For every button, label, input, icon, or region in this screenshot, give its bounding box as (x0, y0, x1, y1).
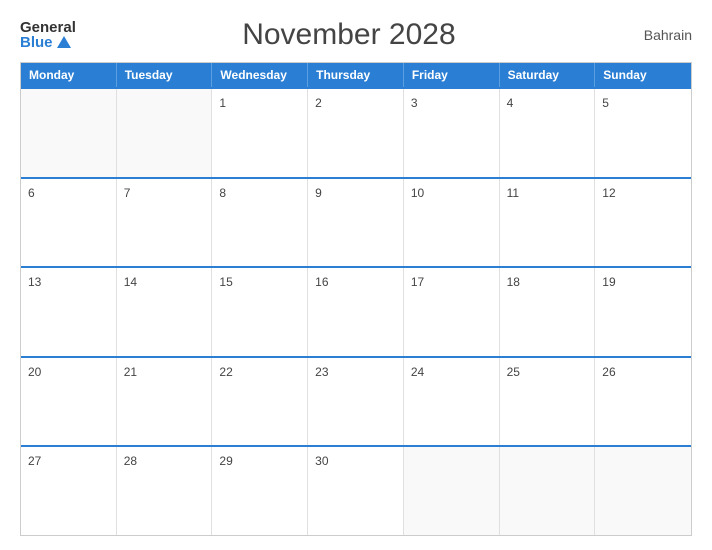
calendar-cell: 21 (117, 358, 213, 446)
header-tuesday: Tuesday (117, 63, 213, 87)
day-number: 19 (602, 275, 615, 289)
calendar-cell: 7 (117, 179, 213, 267)
calendar-cell: 22 (212, 358, 308, 446)
day-number: 10 (411, 186, 424, 200)
day-number: 26 (602, 365, 615, 379)
day-number: 29 (219, 454, 232, 468)
day-number: 7 (124, 186, 131, 200)
calendar-cell: 23 (308, 358, 404, 446)
day-number: 17 (411, 275, 424, 289)
calendar-cell: 13 (21, 268, 117, 356)
day-number: 13 (28, 275, 41, 289)
calendar-cell (595, 447, 691, 535)
day-number: 5 (602, 96, 609, 110)
logo: General Blue (20, 20, 76, 50)
header-sunday: Sunday (595, 63, 691, 87)
logo-blue-text: Blue (20, 35, 71, 50)
header: General Blue November 2028 Bahrain (20, 18, 692, 52)
day-number: 23 (315, 365, 328, 379)
calendar-cell: 5 (595, 89, 691, 177)
logo-general-text: General (20, 20, 76, 35)
calendar-cell: 29 (212, 447, 308, 535)
day-number: 27 (28, 454, 41, 468)
day-number: 14 (124, 275, 137, 289)
calendar-cell: 16 (308, 268, 404, 356)
day-number: 16 (315, 275, 328, 289)
calendar-cell: 24 (404, 358, 500, 446)
calendar-cell: 8 (212, 179, 308, 267)
calendar-cell (500, 447, 596, 535)
day-number: 20 (28, 365, 41, 379)
calendar-cell: 18 (500, 268, 596, 356)
calendar-cell: 9 (308, 179, 404, 267)
day-number: 15 (219, 275, 232, 289)
day-number: 22 (219, 365, 232, 379)
calendar-cell: 2 (308, 89, 404, 177)
logo-triangle-icon (57, 36, 71, 48)
day-number: 30 (315, 454, 328, 468)
header-thursday: Thursday (308, 63, 404, 87)
calendar-cell: 17 (404, 268, 500, 356)
day-number: 24 (411, 365, 424, 379)
calendar-cell: 20 (21, 358, 117, 446)
calendar-cell: 27 (21, 447, 117, 535)
day-number: 9 (315, 186, 322, 200)
header-friday: Friday (404, 63, 500, 87)
calendar-cell (404, 447, 500, 535)
week-row-2: 6 7 8 9 10 11 12 (21, 177, 691, 267)
day-number: 25 (507, 365, 520, 379)
day-number: 18 (507, 275, 520, 289)
calendar-title: November 2028 (76, 18, 622, 52)
calendar-cell: 15 (212, 268, 308, 356)
day-number: 21 (124, 365, 137, 379)
header-monday: Monday (21, 63, 117, 87)
day-number: 28 (124, 454, 137, 468)
week-row-3: 13 14 15 16 17 18 19 (21, 266, 691, 356)
calendar-cell: 25 (500, 358, 596, 446)
calendar-cell: 28 (117, 447, 213, 535)
day-number: 6 (28, 186, 35, 200)
calendar-cell: 19 (595, 268, 691, 356)
day-number: 3 (411, 96, 418, 110)
calendar-cell: 26 (595, 358, 691, 446)
day-number: 8 (219, 186, 226, 200)
calendar-cell (21, 89, 117, 177)
calendar-cell: 3 (404, 89, 500, 177)
header-saturday: Saturday (500, 63, 596, 87)
calendar-cell: 14 (117, 268, 213, 356)
calendar-cell: 12 (595, 179, 691, 267)
country-label: Bahrain (622, 27, 692, 43)
week-row-4: 20 21 22 23 24 25 26 (21, 356, 691, 446)
day-number: 11 (507, 186, 519, 200)
day-number: 12 (602, 186, 615, 200)
page: General Blue November 2028 Bahrain Monda… (0, 0, 712, 550)
day-number: 1 (219, 96, 226, 110)
calendar-cell: 11 (500, 179, 596, 267)
calendar-header-row: Monday Tuesday Wednesday Thursday Friday… (21, 63, 691, 87)
calendar-body: 1234567891011121314151617181920212223242… (21, 87, 691, 535)
calendar-cell: 1 (212, 89, 308, 177)
day-number: 4 (507, 96, 514, 110)
week-row-5: 27 28 29 30 (21, 445, 691, 535)
calendar-cell: 4 (500, 89, 596, 177)
week-row-1: 1 2 3 4 5 (21, 87, 691, 177)
day-number: 2 (315, 96, 322, 110)
calendar-cell: 6 (21, 179, 117, 267)
calendar-cell: 10 (404, 179, 500, 267)
calendar: Monday Tuesday Wednesday Thursday Friday… (20, 62, 692, 536)
calendar-cell (117, 89, 213, 177)
header-wednesday: Wednesday (212, 63, 308, 87)
calendar-cell: 30 (308, 447, 404, 535)
